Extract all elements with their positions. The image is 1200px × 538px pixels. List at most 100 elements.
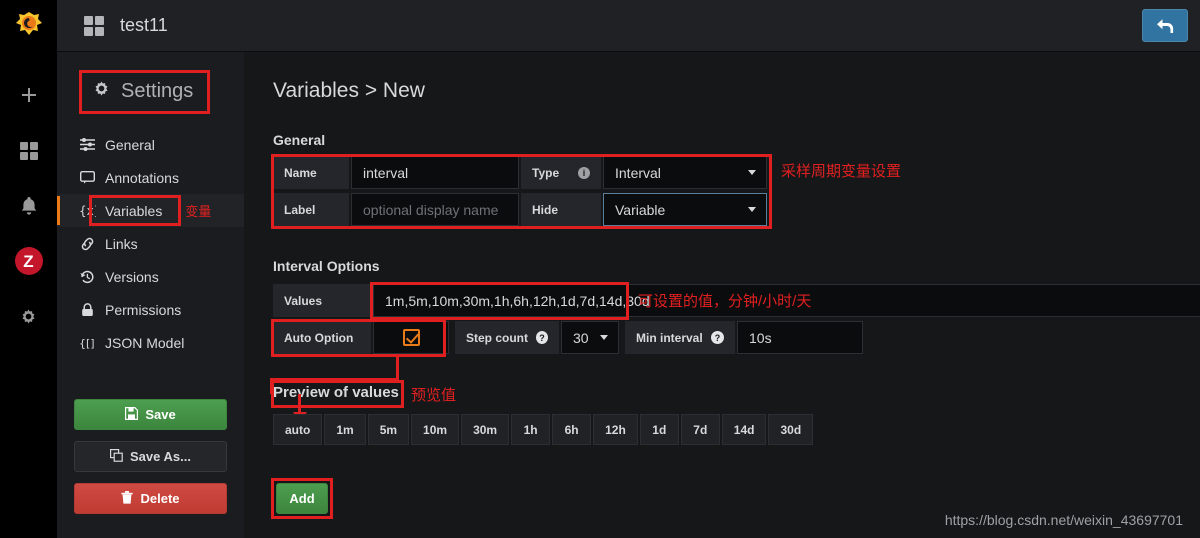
floppy-disk-icon — [125, 406, 139, 423]
link-icon — [79, 237, 96, 251]
sidebar-item-links[interactable]: Links — [57, 227, 244, 260]
back-arrow-icon — [1157, 18, 1174, 33]
lock-icon — [79, 302, 96, 317]
user-avatar[interactable]: Z — [14, 247, 43, 275]
sidebar-item-label: Versions — [105, 268, 159, 285]
general-row-1: Name interval Type i Interval — [273, 156, 767, 189]
sidebar-item-versions[interactable]: Versions — [57, 260, 244, 293]
sidebar-item-label: Permissions — [105, 301, 182, 318]
history-icon — [79, 270, 96, 284]
preview-chip[interactable]: 30m — [461, 414, 510, 445]
footer-watermark-url: https://blog.csdn.net/weixin_43697701 — [944, 512, 1183, 528]
add-button[interactable]: Add — [276, 483, 328, 514]
svg-text:{[]}: {[]} — [79, 337, 96, 350]
alerting-bell-icon[interactable] — [15, 192, 43, 220]
settings-nav: General Annotations {x} Variables — [57, 128, 244, 359]
delete-button-label: Delete — [140, 491, 180, 506]
sliders-icon — [79, 138, 96, 151]
auto-option-label: Auto Option — [273, 321, 371, 354]
sidebar-item-label: JSON Model — [105, 334, 185, 351]
settings-header: Settings — [79, 70, 211, 114]
type-field-label: Type i — [521, 156, 601, 189]
json-braces-icon: {[]} — [79, 336, 96, 350]
chevron-down-icon — [748, 170, 756, 175]
sidebar-item-json-model[interactable]: {[]} JSON Model — [57, 326, 244, 359]
preview-chip[interactable]: 1d — [639, 414, 679, 445]
create-icon[interactable] — [15, 82, 43, 110]
preview-chip[interactable]: 12h — [593, 414, 638, 445]
variables-annotation: 变量 — [185, 204, 212, 219]
label-input[interactable]: optional display name — [351, 193, 519, 226]
settings-header-label: Settings — [121, 79, 194, 102]
hide-field-label: Hide — [521, 193, 601, 226]
auto-option-row: Auto Option Step count ? 30 Min interval… — [273, 321, 863, 354]
svg-text:{x}: {x} — [79, 204, 96, 218]
settings-sidebar: Settings General Annotations {x Variable… — [57, 52, 244, 538]
sidebar-item-label: Variables — [105, 202, 163, 219]
back-button[interactable] — [1142, 9, 1188, 42]
preview-chip[interactable]: 1m — [324, 414, 366, 445]
preview-chip[interactable]: auto — [273, 414, 323, 445]
auto-option-checkbox[interactable] — [373, 321, 449, 354]
step-count-select[interactable]: 30 — [561, 321, 619, 354]
left-nav-rail: Z — [0, 0, 57, 538]
min-interval-label: Min interval ? — [625, 321, 735, 354]
rail-items: Z — [14, 82, 43, 330]
save-as-button[interactable]: Save As... — [74, 441, 227, 472]
values-annotation: 可设置的值，分钟/小时/天 — [638, 293, 812, 310]
preview-chip[interactable]: 14d — [721, 414, 767, 445]
sidebar-item-label: General — [105, 136, 155, 153]
save-button[interactable]: Save — [74, 399, 227, 430]
general-row-2: Label optional display name Hide Variabl… — [273, 193, 767, 226]
preview-label: Preview of values — [273, 384, 399, 401]
help-icon[interactable]: ? — [536, 331, 548, 344]
help-icon[interactable]: ? — [711, 331, 724, 344]
name-input[interactable]: interval — [351, 156, 519, 189]
hide-select[interactable]: Variable — [603, 193, 767, 226]
interval-options-section-title: Interval Options — [273, 258, 380, 274]
sidebar-item-variables[interactable]: {x} Variables 变量 — [57, 194, 244, 227]
min-interval-input[interactable]: 10s — [737, 321, 863, 354]
configuration-gear-icon[interactable] — [15, 302, 43, 330]
preview-chip[interactable]: 1h — [511, 414, 551, 445]
top-bar: test11 — [57, 0, 1200, 52]
sidebar-item-label: Annotations — [105, 169, 179, 186]
save-button-label: Save — [145, 407, 176, 422]
page-title: Variables > New — [273, 79, 425, 102]
sidebar-item-annotations[interactable]: Annotations — [57, 161, 244, 194]
variable-braces-icon: {x} — [79, 204, 96, 218]
sidebar-item-general[interactable]: General — [57, 128, 244, 161]
preview-chip[interactable]: 5m — [367, 414, 410, 445]
chevron-down-icon — [748, 207, 756, 212]
general-section-title: General — [273, 132, 326, 148]
preview-chip[interactable]: 30d — [768, 414, 814, 445]
annotation-connector-horizontal — [270, 378, 399, 381]
info-icon[interactable]: i — [578, 166, 590, 179]
copy-icon — [110, 448, 123, 465]
dashboard-grid-icon — [84, 15, 104, 36]
preview-chip[interactable]: 7d — [680, 414, 720, 445]
preview-chip[interactable]: 6h — [552, 414, 592, 445]
preview-chip-list: auto 1m 5m 10m 30m 1h 6h 12h 1d 7d 14d 3… — [273, 414, 815, 445]
type-select[interactable]: Interval — [603, 156, 767, 189]
grafana-app: Z test11 Settings General Annotations {x… — [0, 0, 1200, 538]
gear-icon — [92, 79, 111, 103]
delete-button[interactable]: Delete — [74, 483, 227, 514]
grafana-logo-icon[interactable] — [0, 0, 57, 52]
sidebar-item-permissions[interactable]: Permissions — [57, 293, 244, 326]
preview-chip[interactable]: 10m — [411, 414, 460, 445]
step-count-label: Step count ? — [455, 321, 559, 354]
annotation-connector-vertical — [396, 357, 399, 381]
main-content: Variables > New General Name interval Ty… — [244, 52, 1200, 538]
dashboards-icon[interactable] — [15, 137, 43, 165]
chevron-down-icon — [600, 335, 608, 340]
preview-annotation: 预览值 — [411, 387, 457, 404]
sidebar-item-label: Links — [105, 235, 138, 252]
values-field-label: Values — [273, 284, 371, 317]
name-field-label: Name — [273, 156, 349, 189]
page-breadcrumb-title[interactable]: test11 — [120, 15, 168, 36]
sidebar-action-buttons: Save Save As... Delete — [74, 399, 227, 514]
save-as-button-label: Save As... — [130, 449, 191, 464]
trash-icon — [121, 490, 134, 507]
label-field-label: Label — [273, 193, 349, 226]
